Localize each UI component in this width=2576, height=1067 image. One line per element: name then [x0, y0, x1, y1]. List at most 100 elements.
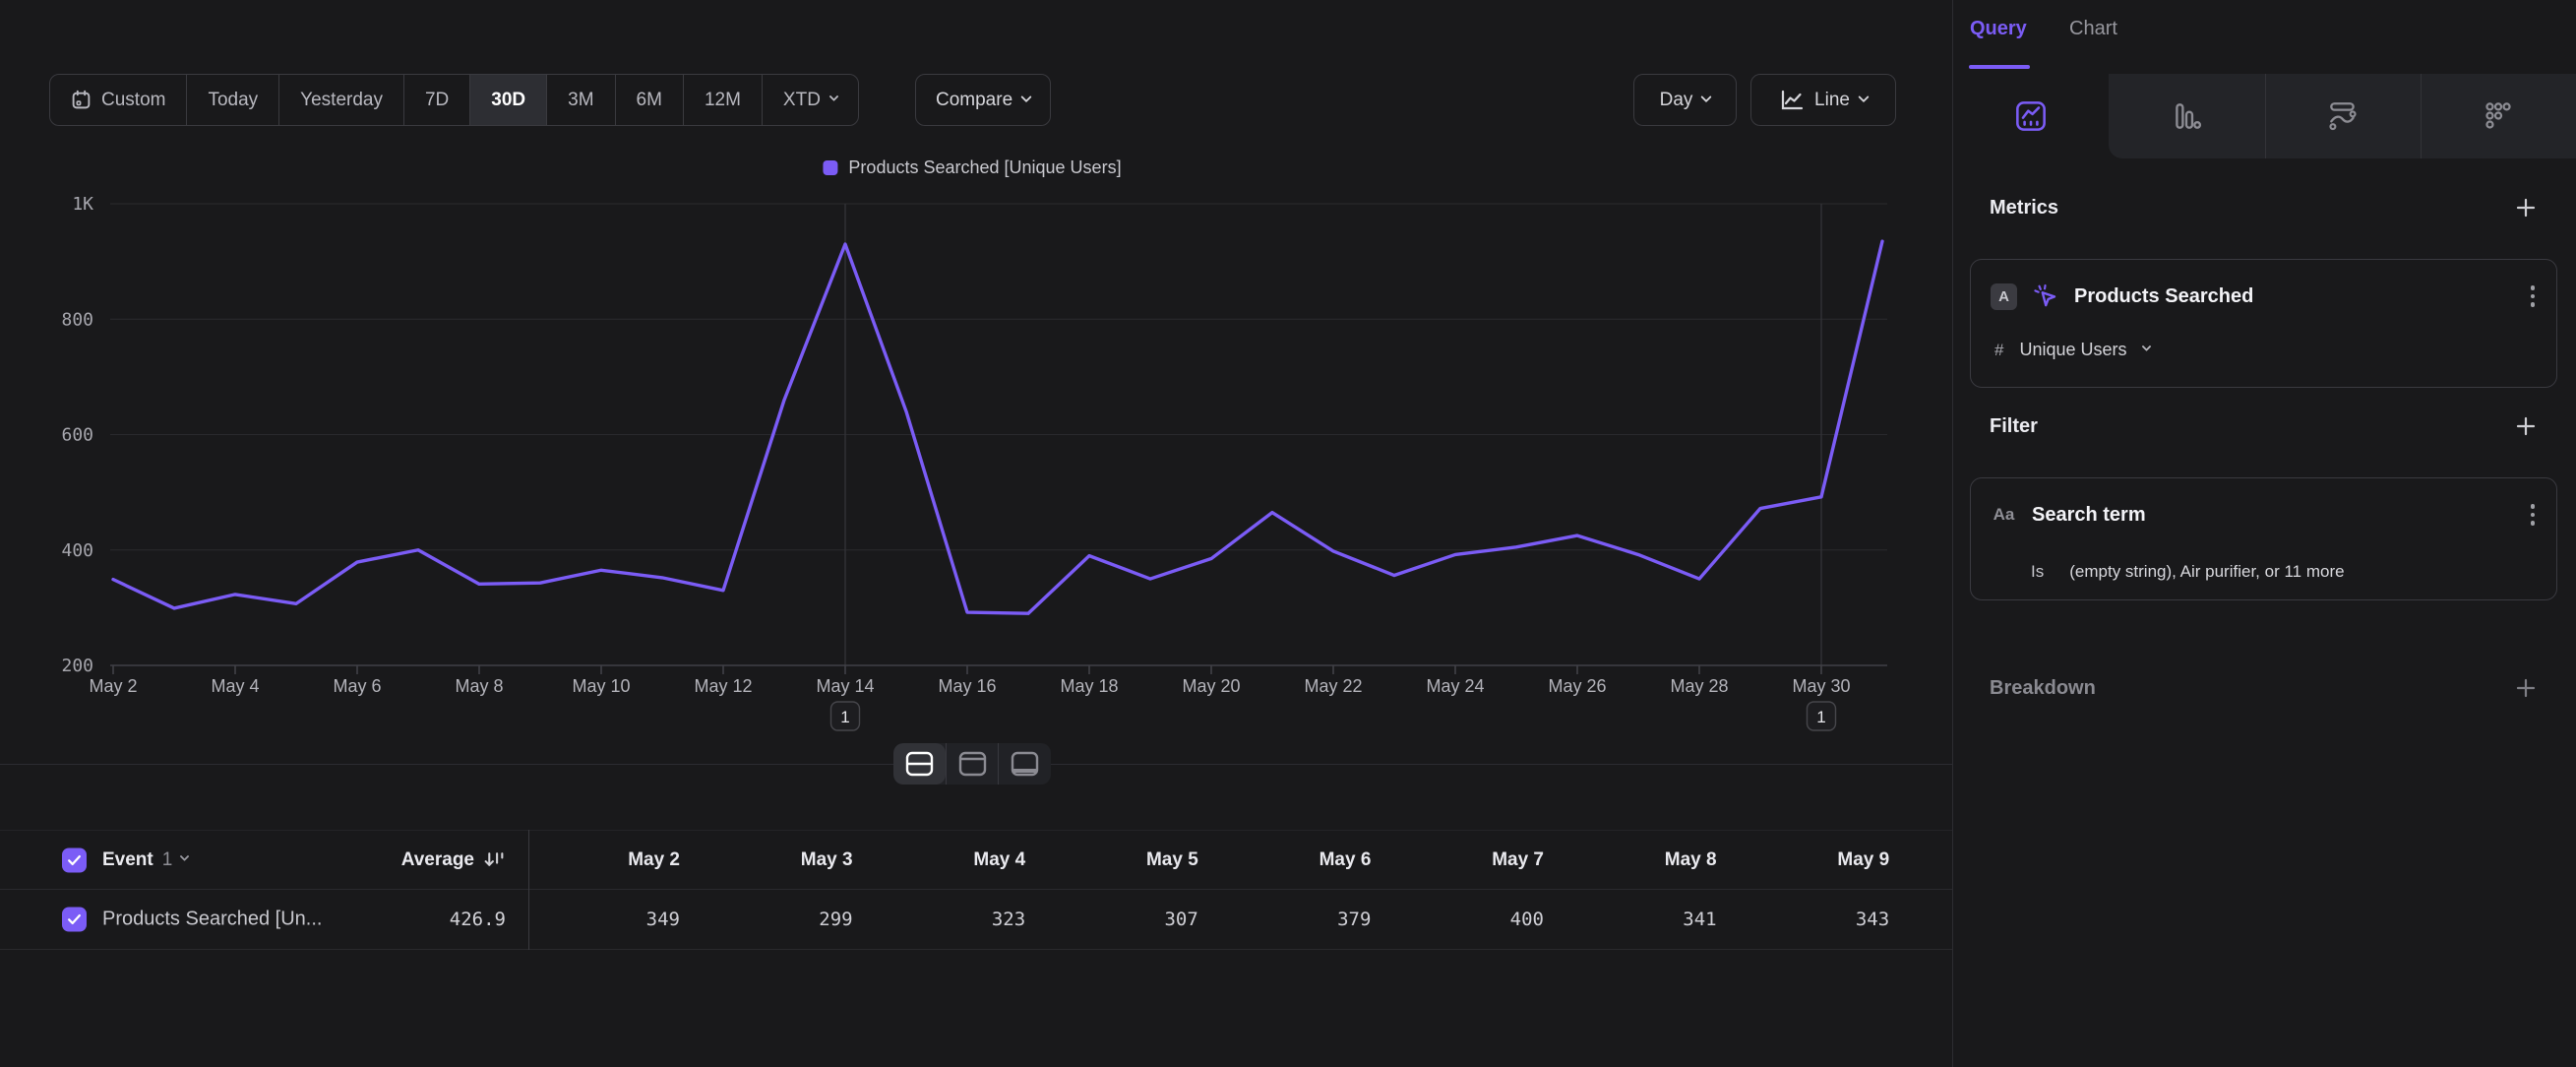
line-chart[interactable]: May 2 May 4 May 6 May 8 May 10 May 12 May 14 Ma… [0, 0, 1952, 778]
table-column-divider [528, 830, 529, 950]
date-cell-value: 379 [1203, 909, 1371, 930]
string-property-icon: Aa [1991, 505, 2017, 525]
row-checkbox[interactable] [62, 908, 87, 932]
annotation-badge[interactable]: 1 [1808, 702, 1836, 730]
metric-options-button[interactable] [2529, 283, 2538, 309]
layout-table-focus-button[interactable] [998, 743, 1051, 785]
x-axis-label: May 8 [455, 676, 503, 696]
flows-icon [2483, 100, 2514, 132]
y-axis-label: 200 [61, 656, 93, 676]
event-click-icon [2032, 282, 2059, 310]
report-tab-retention[interactable] [2265, 74, 2421, 158]
date-column-header: May 6 [1203, 849, 1371, 871]
insights-icon [2015, 100, 2047, 132]
metric-letter-badge: A [1991, 283, 2017, 310]
date-cell-value: 299 [686, 909, 853, 930]
y-axis-label: 800 [61, 309, 93, 330]
report-tab-funnels[interactable] [2109, 74, 2264, 158]
plus-icon [2514, 676, 2538, 700]
average-column-header[interactable]: Average [295, 831, 506, 889]
date-column-header: May 5 [1031, 849, 1198, 871]
active-tab-underline [1969, 65, 2030, 69]
add-metric-button[interactable] [2513, 195, 2539, 220]
filter-operator: Is [2031, 562, 2044, 582]
date-cell-value: 323 [858, 909, 1025, 930]
split-even-icon [904, 750, 935, 778]
x-axis-label: May 16 [938, 676, 996, 696]
report-tab-flows[interactable] [2421, 74, 2576, 158]
svg-text:1: 1 [1816, 708, 1825, 726]
metric-card-header: A Products Searched [1991, 282, 2253, 311]
filter-clause[interactable]: Is (empty string), Air purifier, or 11 m… [2031, 562, 2345, 582]
retention-icon [2326, 99, 2360, 133]
report-tab-insights[interactable] [1953, 74, 2109, 158]
tab-query[interactable]: Query [1970, 18, 2027, 40]
x-axis-label: May 12 [694, 676, 752, 696]
check-icon [66, 911, 83, 928]
event-column-header[interactable]: Event 1 [102, 849, 188, 871]
average-header-label: Average [401, 849, 474, 871]
check-icon [66, 851, 83, 868]
metric-name: Products Searched [2074, 285, 2253, 308]
filter-card-header: Aa Search term [1991, 500, 2146, 530]
plus-icon [2514, 196, 2538, 220]
filter-value: (empty string), Air purifier, or 11 more [2069, 562, 2344, 582]
sort-descending-icon [483, 848, 506, 871]
hash-icon: # [1994, 341, 2003, 360]
filter-property-name: Search term [2032, 504, 2146, 527]
metric-card[interactable]: A Products Searched # Unique Users [1970, 259, 2557, 388]
plus-icon [2514, 414, 2538, 438]
x-axis-label: May 22 [1304, 676, 1362, 696]
annotation-badge[interactable]: 1 [831, 702, 860, 730]
x-axis-label: May 4 [211, 676, 259, 696]
x-axis-label: May 6 [333, 676, 381, 696]
date-column-header: May 8 [1550, 849, 1717, 871]
add-breakdown-button[interactable] [2513, 675, 2539, 701]
query-panel: Query Chart [1952, 0, 2576, 1067]
add-filter-button[interactable] [2513, 413, 2539, 439]
y-axis-label: 1K [72, 194, 93, 215]
select-all-checkbox[interactable] [62, 847, 87, 872]
x-axis-label: May 2 [89, 676, 137, 696]
svg-text:1: 1 [840, 708, 849, 726]
date-column-header: May 2 [513, 849, 680, 871]
x-axis-label: May 20 [1182, 676, 1240, 696]
filter-heading: Filter [1990, 415, 2038, 438]
series-line[interactable] [113, 241, 1882, 613]
breakdown-heading: Breakdown [1990, 677, 2096, 700]
x-axis-label: May 10 [572, 676, 630, 696]
date-cell-value: 349 [513, 909, 680, 930]
tab-chart[interactable]: Chart [2069, 18, 2117, 40]
date-column-header: May 7 [1377, 849, 1544, 871]
event-header-label: Event [102, 849, 153, 871]
layout-chart-focus-button[interactable] [946, 743, 999, 785]
y-axis-label: 600 [61, 425, 93, 446]
table-focus-icon [1010, 750, 1040, 778]
date-cell-value: 341 [1550, 909, 1717, 930]
date-cell-value: 343 [1722, 909, 1889, 930]
x-axis-label: May 30 [1792, 676, 1850, 696]
x-axis-label: May 28 [1670, 676, 1728, 696]
table-row: Products Searched [Un... 426.9 349 299323… [0, 890, 1952, 950]
table-header-row: Event 1 Average May 2May 3May 4May 5May … [0, 830, 1952, 890]
event-count: 1 [162, 849, 173, 871]
date-cell-value: 307 [1031, 909, 1198, 930]
date-column-header: May 3 [686, 849, 853, 871]
filter-options-button[interactable] [2529, 502, 2538, 528]
y-axis-label: 400 [61, 540, 93, 561]
layout-split-even-button[interactable] [893, 743, 946, 785]
row-average-value: 426.9 [348, 909, 506, 930]
x-axis-label: May 14 [816, 676, 874, 696]
x-axis-label: May 18 [1060, 676, 1118, 696]
layout-toggle [893, 743, 1051, 785]
chart-focus-icon [957, 750, 988, 778]
x-axis-label: May 24 [1426, 676, 1484, 696]
filter-card[interactable]: Aa Search term Is (empty string), Air pu… [1970, 477, 2557, 600]
aggregation-selector[interactable]: # Unique Users [1994, 340, 2150, 360]
aggregation-label: Unique Users [2019, 340, 2126, 360]
row-series-name: Products Searched [Un... [102, 909, 322, 931]
x-axis-label: May 26 [1548, 676, 1606, 696]
date-column-header: May 9 [1722, 849, 1889, 871]
date-cell-value: 400 [1377, 909, 1544, 930]
date-column-header: May 4 [858, 849, 1025, 871]
